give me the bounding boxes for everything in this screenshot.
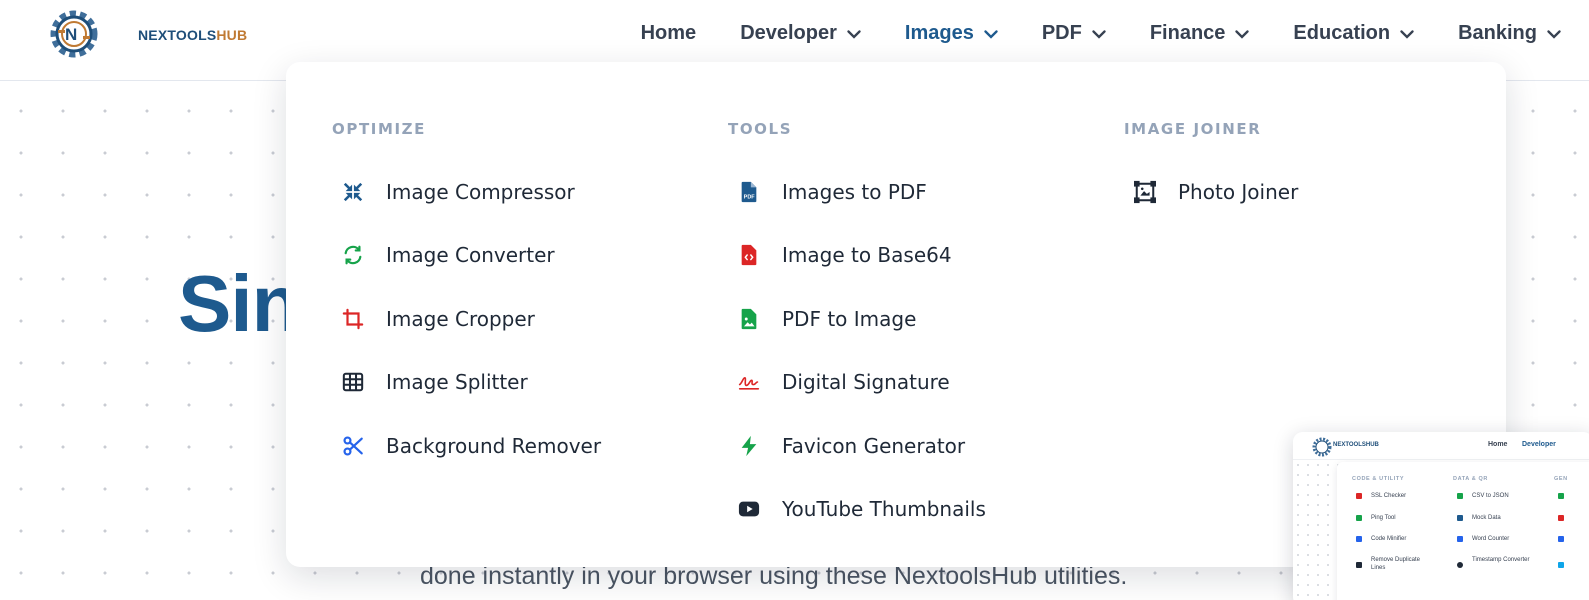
nav-item-developer[interactable]: Developer [740, 22, 861, 45]
hero-title: Sin [178, 259, 300, 348]
menu-item-image-cropper[interactable]: Image Cropper [342, 287, 601, 351]
menu-item-label: Images to PDF [782, 179, 927, 204]
preview-item: Mock Data [1472, 515, 1501, 521]
menu-item-image-compressor[interactable]: Image Compressor [342, 160, 601, 224]
column-title: TOOLS [728, 120, 793, 138]
nav-item-label: Images [904, 21, 974, 44]
preview-nav-home: Home [1488, 441, 1508, 448]
bolt-icon [738, 435, 760, 457]
filter-icon [1356, 562, 1362, 568]
preview-item: SSL Checker [1371, 493, 1407, 499]
lock-icon [1356, 493, 1362, 499]
nav-item-finance[interactable]: Finance [1150, 22, 1250, 45]
bug-icon [1558, 515, 1564, 521]
menu-item-images-to-pdf[interactable]: PDF Images to PDF [738, 160, 986, 224]
code-file-icon [738, 244, 760, 266]
refresh-icon [342, 244, 364, 266]
compress-icon [342, 181, 364, 203]
nav-item-label: Banking [1458, 21, 1537, 44]
chevron-down-icon [847, 22, 861, 45]
text-icon [1457, 536, 1463, 542]
nav-item-home[interactable]: Home [641, 22, 697, 45]
preview-item: Timestamp Converter [1472, 557, 1530, 563]
menu-item-image-converter[interactable]: Image Converter [342, 224, 601, 288]
terminal-icon [1558, 536, 1564, 542]
menu-item-image-splitter[interactable]: Image Splitter [342, 351, 601, 415]
preview-dropdown: CODE & UTILITY DATA & QR GEN SSL Checker… [1337, 462, 1589, 600]
menu-item-label: Image Compressor [386, 179, 575, 204]
column-title: IMAGE JOINER [1124, 120, 1262, 138]
svg-text:N: N [65, 25, 77, 44]
menu-item-label: Image Splitter [386, 370, 528, 395]
clock-icon [1457, 562, 1463, 568]
svg-text:PDF: PDF [744, 194, 756, 200]
preview-logo-text: NEXTOOLSHUB [1333, 442, 1379, 448]
chart-icon [1558, 562, 1564, 568]
menu-item-label: Image to Base64 [782, 243, 952, 268]
chevron-down-icon [1400, 22, 1414, 45]
preview-item: CSV to JSON [1472, 493, 1509, 499]
photo-frame-icon [1134, 180, 1156, 203]
nav-item-label: PDF [1041, 21, 1082, 44]
database-icon [1457, 515, 1463, 521]
preview-column-title: DATA & QR [1453, 476, 1488, 482]
gear-logo-icon [1312, 437, 1332, 457]
preview-item: Ping Tool [1371, 515, 1396, 521]
menu-item-label: Background Remover [386, 433, 602, 458]
preview-thumbnail[interactable]: NEXTOOLSHUB Home Developer CODE & UTILIT… [1293, 432, 1589, 600]
main-nav: Home Developer Images PDF Finance Education Ba… [597, 0, 1561, 66]
menu-item-favicon-generator[interactable]: Favicon Generator [738, 414, 986, 478]
nav-item-images[interactable]: Images [905, 22, 998, 45]
menu-item-background-remover[interactable]: Background Remover [342, 414, 601, 478]
signature-icon [738, 371, 760, 393]
nav-item-banking[interactable]: Banking [1458, 22, 1561, 45]
menu-item-pdf-to-image[interactable]: PDF to Image [738, 287, 986, 351]
code-icon [1356, 536, 1362, 542]
network-icon [1356, 515, 1362, 521]
nav-item-label: Education [1293, 21, 1391, 44]
menu-item-label: Digital Signature [782, 370, 950, 395]
preview-item: Code Minifier [1371, 536, 1407, 542]
menu-item-label: Favicon Generator [782, 433, 966, 458]
preview-header: NEXTOOLSHUB Home Developer [1293, 432, 1589, 460]
column-title: OPTIMIZE [332, 120, 426, 138]
menu-item-image-to-base64[interactable]: Image to Base64 [738, 224, 986, 288]
nav-item-education[interactable]: Education [1293, 22, 1414, 45]
pdf-file-icon: PDF [738, 181, 760, 203]
swap-icon [1457, 493, 1463, 499]
image-file-icon [738, 308, 760, 330]
logo-wordmark: NEXTOOLSHUB [138, 27, 248, 43]
menu-item-label: Image Cropper [386, 306, 535, 331]
menu-item-label: YouTube Thumbnails [782, 497, 986, 522]
nav-item-label: Developer [740, 21, 837, 44]
grid-icon [342, 371, 364, 393]
preview-nav-developer: Developer [1522, 441, 1556, 448]
nav-item-label: Home [640, 21, 697, 44]
preview-column-title: CODE & UTILITY [1352, 476, 1405, 482]
column-tools: TOOLS PDF Images to PDF Image to Base64 PDF… [682, 120, 986, 541]
preview-item: Word Counter [1472, 536, 1510, 542]
nav-item-label: Finance [1149, 21, 1226, 44]
chevron-down-icon [984, 22, 998, 45]
column-image-joiner: IMAGE JOINER Photo Joiner [1078, 120, 1298, 224]
menu-item-label: Image Converter [386, 243, 555, 268]
scissors-icon [342, 435, 364, 457]
menu-item-digital-signature[interactable]: Digital Signature [738, 351, 986, 415]
preview-item: Remove Duplicate Lines [1371, 557, 1421, 571]
youtube-icon [738, 498, 760, 520]
menu-item-label: Photo Joiner [1178, 179, 1299, 204]
menu-item-label: PDF to Image [782, 306, 917, 331]
chevron-down-icon [1092, 22, 1106, 45]
site-logo[interactable]: N NEXTOOLSHUB [46, 4, 247, 62]
nav-item-pdf[interactable]: PDF [1042, 22, 1106, 45]
gear-logo-icon: N [50, 10, 98, 58]
menu-item-photo-joiner[interactable]: Photo Joiner [1134, 160, 1298, 224]
crop-icon [342, 308, 364, 330]
menu-item-youtube-thumbnails[interactable]: YouTube Thumbnails [738, 478, 986, 542]
chevron-down-icon [1235, 22, 1250, 45]
column-optimize: OPTIMIZE Image Compressor Image Converter… [286, 120, 601, 478]
chevron-down-icon [1547, 22, 1561, 45]
preview-column-title: GEN [1554, 476, 1568, 482]
people-icon [1558, 493, 1564, 499]
